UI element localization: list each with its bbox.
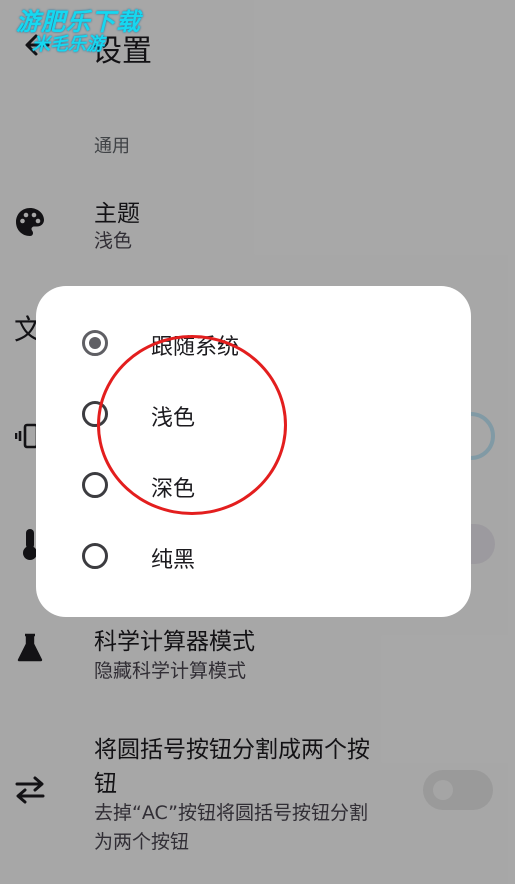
theme-option-pure-black[interactable]: 纯黑 <box>36 528 471 588</box>
watermark-logo: 游肥乐下载 米毛乐游 <box>16 10 141 54</box>
red-annotation-circle <box>97 335 287 515</box>
radio-selected-icon[interactable] <box>82 330 108 356</box>
watermark-line1: 游肥乐下载 <box>16 8 141 36</box>
radio-unselected-icon[interactable] <box>82 543 108 569</box>
settings-screen: 游肥乐下载 米毛乐游 设置 通用 主题 浅色 文 科学计算器模式 隐藏科学计算模… <box>0 0 515 884</box>
option-label: 纯黑 <box>151 548 196 573</box>
radio-unselected-icon[interactable] <box>82 472 108 498</box>
watermark-line2: 米毛乐游 <box>32 34 104 55</box>
